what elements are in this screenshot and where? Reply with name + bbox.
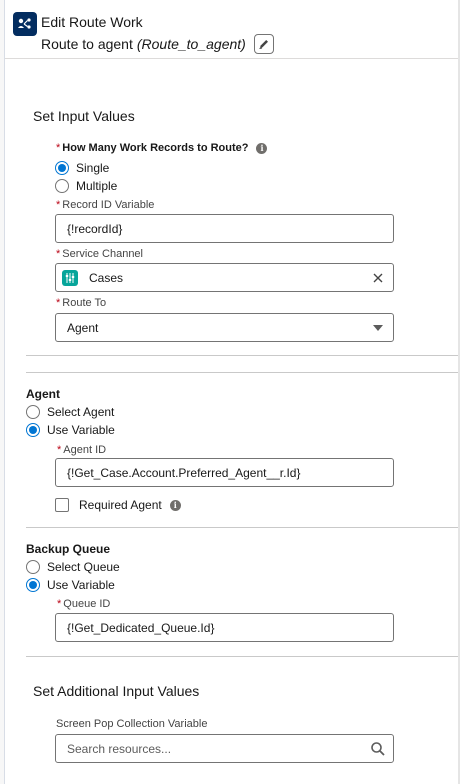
radio-select-agent[interactable]: Select Agent	[26, 405, 114, 419]
radio-queue-use-variable[interactable]: Use Variable	[26, 578, 115, 592]
service-channel-icon	[62, 269, 78, 286]
radio-single[interactable]: Single	[55, 161, 109, 175]
agent-id-value: {!Get_Case.Account.Preferred_Agent__r.Id…	[67, 465, 301, 480]
agent-id-input[interactable]: {!Get_Case.Account.Preferred_Agent__r.Id…	[55, 458, 394, 487]
section-divider	[26, 372, 458, 373]
section-divider	[26, 527, 458, 528]
pencil-icon	[259, 40, 268, 49]
edit-element-button[interactable]	[253, 34, 274, 54]
screen-pop-label: Screen Pop Collection Variable	[56, 718, 208, 730]
work-records-question: * How Many Work Records to Route? i	[56, 142, 268, 154]
agent-id-label: * Agent ID	[57, 444, 107, 456]
radio-select-queue[interactable]: Select Queue	[26, 560, 120, 574]
backup-queue-heading: Backup Queue	[26, 542, 111, 556]
radio-button[interactable]	[55, 179, 69, 193]
required-agent-label: Required Agent	[79, 498, 162, 512]
search-icon	[370, 741, 386, 757]
section-divider	[26, 656, 458, 657]
screen-pop-search-input[interactable]: Search resources...	[55, 734, 394, 763]
radio-single-label: Single	[76, 161, 110, 175]
route-to-value: Agent	[67, 320, 99, 335]
work-records-question-text: How Many Work Records to Route?	[62, 142, 249, 154]
record-id-value: {!recordId}	[67, 221, 123, 236]
radio-multiple-label: Multiple	[76, 179, 118, 193]
route-to-select[interactable]: Agent	[55, 313, 394, 342]
route-to-label: * Route To	[56, 297, 107, 309]
set-input-values-heading: Set Input Values	[33, 108, 135, 124]
queue-id-input[interactable]: {!Get_Dedicated_Queue.Id}	[55, 613, 394, 642]
radio-button[interactable]	[26, 405, 40, 419]
record-id-input[interactable]: {!recordId}	[55, 214, 394, 243]
radio-button-selected[interactable]	[55, 161, 69, 175]
element-label: Route to agent	[41, 36, 133, 52]
queue-id-label: * Queue ID	[57, 598, 111, 610]
left-panel-edge	[0, 0, 5, 784]
queue-id-value: {!Get_Dedicated_Queue.Id}	[67, 620, 215, 635]
search-placeholder: Search resources...	[67, 741, 172, 756]
section-divider	[26, 355, 458, 356]
radio-agent-use-variable-label: Use Variable	[47, 423, 115, 437]
record-id-label: * Record ID Variable	[56, 199, 155, 211]
element-api-name: (Route_to_agent)	[136, 36, 246, 52]
agent-heading: Agent	[26, 387, 60, 401]
radio-button[interactable]	[26, 560, 40, 574]
route-work-icon	[13, 12, 37, 36]
panel-title: Edit Route Work	[41, 14, 143, 30]
radio-select-queue-label: Select Queue	[47, 560, 120, 574]
info-icon[interactable]: i	[256, 142, 268, 154]
element-name: Route to agent (Route_to_agent)	[41, 34, 274, 54]
set-additional-input-values-heading: Set Additional Input Values	[33, 683, 200, 699]
chevron-down-icon	[373, 325, 383, 331]
radio-button-selected[interactable]	[26, 423, 40, 437]
checkbox[interactable]	[55, 498, 69, 512]
service-channel-label: * Service Channel	[56, 248, 143, 260]
service-channel-lookup[interactable]: Cases	[55, 263, 394, 292]
service-channel-value: Cases	[89, 270, 124, 285]
info-icon[interactable]: i	[169, 499, 181, 511]
radio-agent-use-variable[interactable]: Use Variable	[26, 423, 115, 437]
clear-selection-icon[interactable]	[371, 271, 385, 285]
radio-button-selected[interactable]	[26, 578, 40, 592]
panel-header: Edit Route Work Route to agent (Route_to…	[5, 0, 458, 59]
radio-select-agent-label: Select Agent	[47, 405, 115, 419]
required-agent-checkbox[interactable]: Required Agent i	[55, 498, 181, 512]
radio-queue-use-variable-label: Use Variable	[47, 578, 115, 592]
radio-multiple[interactable]: Multiple	[55, 179, 117, 193]
